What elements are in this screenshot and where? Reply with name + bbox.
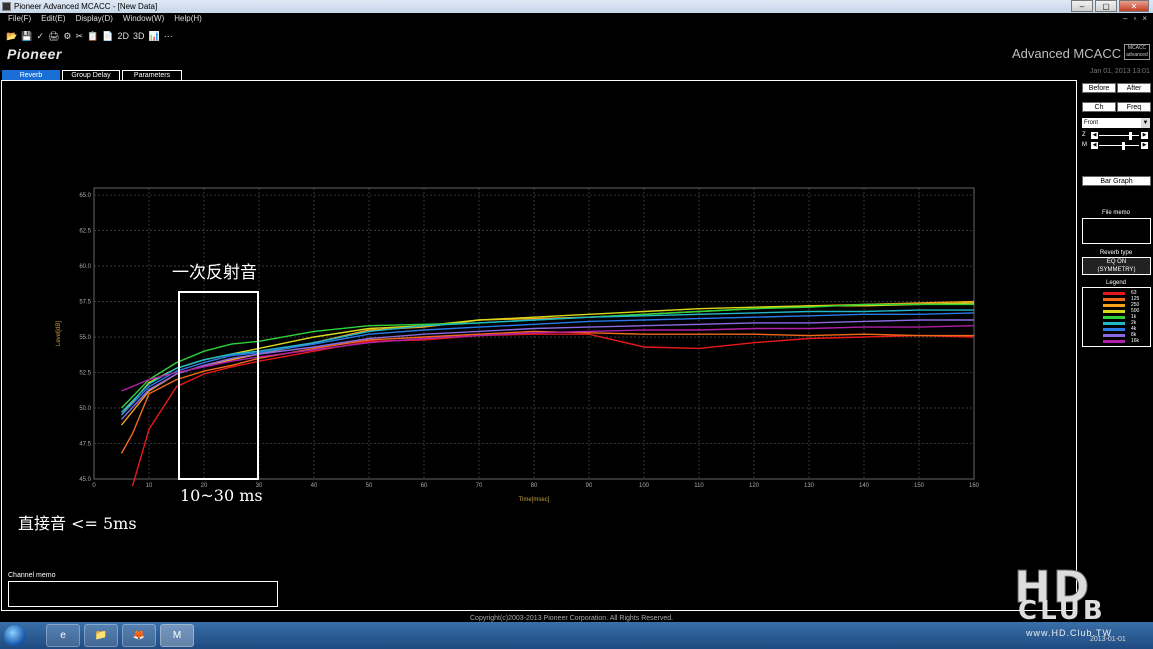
x-tick-label: 110 xyxy=(694,483,704,489)
start-button[interactable] xyxy=(4,625,26,647)
mdi-close-button[interactable]: × xyxy=(1142,13,1147,24)
y-tick-label: 62.5 xyxy=(79,229,91,235)
legend-item: 4k xyxy=(1103,326,1153,332)
y-tick-label: 52.5 xyxy=(79,371,91,377)
legend-item: 2k xyxy=(1103,320,1153,326)
mcacc-taskbar-icon[interactable]: M xyxy=(160,624,194,647)
x-tick-label: 60 xyxy=(421,483,428,489)
legend-swatch xyxy=(1103,328,1125,331)
m-label: M xyxy=(1082,142,1087,148)
y-tick-label: 65.0 xyxy=(79,193,91,199)
x-tick-label: 130 xyxy=(804,483,815,489)
x-tick-label: 120 xyxy=(749,483,760,489)
x-tick-label: 100 xyxy=(639,483,650,489)
channel-memo-field[interactable] xyxy=(8,581,278,607)
x-tick-label: 80 xyxy=(531,483,538,489)
legend-label: 16k xyxy=(1131,338,1140,344)
after-button[interactable]: After xyxy=(1117,83,1151,93)
ch-button[interactable]: Ch xyxy=(1082,102,1116,112)
y-tick-label: 45.0 xyxy=(79,477,91,483)
close-button[interactable]: ✕ xyxy=(1119,0,1149,12)
channel-select-value: Front xyxy=(1084,120,1099,126)
range-annotation: 10~30 ms xyxy=(180,486,263,505)
channel-select[interactable]: Front ▼ xyxy=(1082,118,1150,128)
legend-swatch xyxy=(1103,304,1125,307)
x-tick-label: 140 xyxy=(859,483,870,489)
x-tick-label: 160 xyxy=(969,483,980,489)
y-tick-label: 57.5 xyxy=(79,300,91,306)
eq-value: EQ ON xyxy=(1106,259,1127,265)
x-axis-label: Time[msec] xyxy=(519,497,550,503)
legend-item: 500 xyxy=(1103,308,1153,314)
zoom-slider[interactable]: Z ◀ ▶ xyxy=(1082,132,1150,140)
m-slider[interactable]: M ◀ ▶ xyxy=(1082,142,1150,150)
file-memo-field[interactable] xyxy=(1082,218,1151,244)
hdclub-watermark: HD CLUB www.HD.Club.TW xyxy=(1010,562,1148,642)
legend-item: 16k xyxy=(1103,338,1153,344)
before-button[interactable]: Before xyxy=(1082,83,1116,93)
x-tick-label: 0 xyxy=(92,483,96,489)
legend-item: 125 xyxy=(1103,296,1153,302)
y-tick-label: 55.0 xyxy=(79,335,91,341)
mcacc-badge: MCACC advanced xyxy=(1124,44,1150,60)
maximize-button[interactable]: ▢ xyxy=(1095,0,1117,12)
file-memo-label: File memo xyxy=(1101,210,1130,216)
legend-swatch xyxy=(1103,340,1125,343)
x-tick-label: 150 xyxy=(914,483,925,489)
y-tick-label: 60.0 xyxy=(79,264,91,270)
copyright-text: Copyright(c)2003-2013 Pioneer Corporatio… xyxy=(470,615,674,622)
first-reflection-box xyxy=(178,291,259,480)
y-axis-label: Level[dB] xyxy=(56,321,62,346)
legend-swatch xyxy=(1103,298,1125,301)
legend-box: 63 125 250 500 1k 2k 4k 8k 16k xyxy=(1082,287,1151,347)
arrow-left-icon[interactable]: ◀ xyxy=(1091,132,1098,139)
club-logo: CLUB xyxy=(1018,596,1106,626)
y-tick-label: 50.0 xyxy=(79,406,91,412)
slider-track xyxy=(1099,145,1139,146)
date-text: Jan 01, 2013 13:01 xyxy=(1090,68,1150,75)
right-panel: Before After Ch Freq Front ▼ Z ◀ ▶ M ◀ ▶… xyxy=(1079,80,1153,611)
folder-icon[interactable]: 📁 xyxy=(84,624,118,647)
legend-swatch xyxy=(1103,334,1125,337)
window-controls: – ▢ ✕ xyxy=(1071,0,1149,12)
arrow-right-icon[interactable]: ▶ xyxy=(1141,132,1148,139)
legend-item: 1k xyxy=(1103,314,1153,320)
arrow-right-icon[interactable]: ▶ xyxy=(1141,142,1148,149)
watermark-url: www.HD.Club.TW xyxy=(1026,628,1113,638)
eq-mode: (SYMMETRY) xyxy=(1097,267,1136,273)
legend-swatch xyxy=(1103,322,1125,325)
chevron-down-icon: ▼ xyxy=(1141,118,1150,128)
direct-sound-annotation: 直接音 <= 5ms xyxy=(18,514,137,533)
x-tick-label: 50 xyxy=(366,483,373,489)
eq-status-box: EQ ON (SYMMETRY) xyxy=(1082,257,1151,275)
x-tick-label: 40 xyxy=(311,483,318,489)
x-tick-label: 10 xyxy=(146,483,153,489)
freq-button[interactable]: Freq xyxy=(1117,102,1151,112)
reverb-chart: 0 10 20 30 40 50 60 70 80 90 100 110 120 130 140 150 160… xyxy=(56,187,980,503)
legend-swatch xyxy=(1103,292,1125,295)
bar-graph-button[interactable]: Bar Graph xyxy=(1082,176,1151,186)
mdi-minimize-button[interactable]: – xyxy=(1123,13,1127,24)
x-tick-label: 90 xyxy=(586,483,593,489)
slider-thumb[interactable] xyxy=(1122,142,1125,150)
legend-swatch xyxy=(1103,316,1125,319)
eq-header: Reverb type xyxy=(1099,250,1133,256)
legend-swatch xyxy=(1103,310,1125,313)
x-tick-label: 70 xyxy=(476,483,483,489)
slider-track xyxy=(1099,135,1139,136)
y-tick-label: 47.5 xyxy=(79,442,91,448)
firefox-icon[interactable]: 🦊 xyxy=(122,624,156,647)
slider-thumb[interactable] xyxy=(1129,132,1132,140)
arrow-left-icon[interactable]: ◀ xyxy=(1091,142,1098,149)
mdi-restore-button[interactable]: ▫ xyxy=(1133,13,1136,24)
legend-item: 8k xyxy=(1103,332,1153,338)
z-label: Z xyxy=(1082,132,1086,138)
channel-memo-label: Channel memo xyxy=(8,572,56,579)
legend-item: 63 xyxy=(1103,290,1153,296)
first-reflection-annotation: 一次反射音 xyxy=(172,263,257,283)
ie-icon[interactable]: e xyxy=(46,624,80,647)
legend-item: 250 xyxy=(1103,302,1153,308)
legend-title: Legend xyxy=(1105,280,1127,286)
